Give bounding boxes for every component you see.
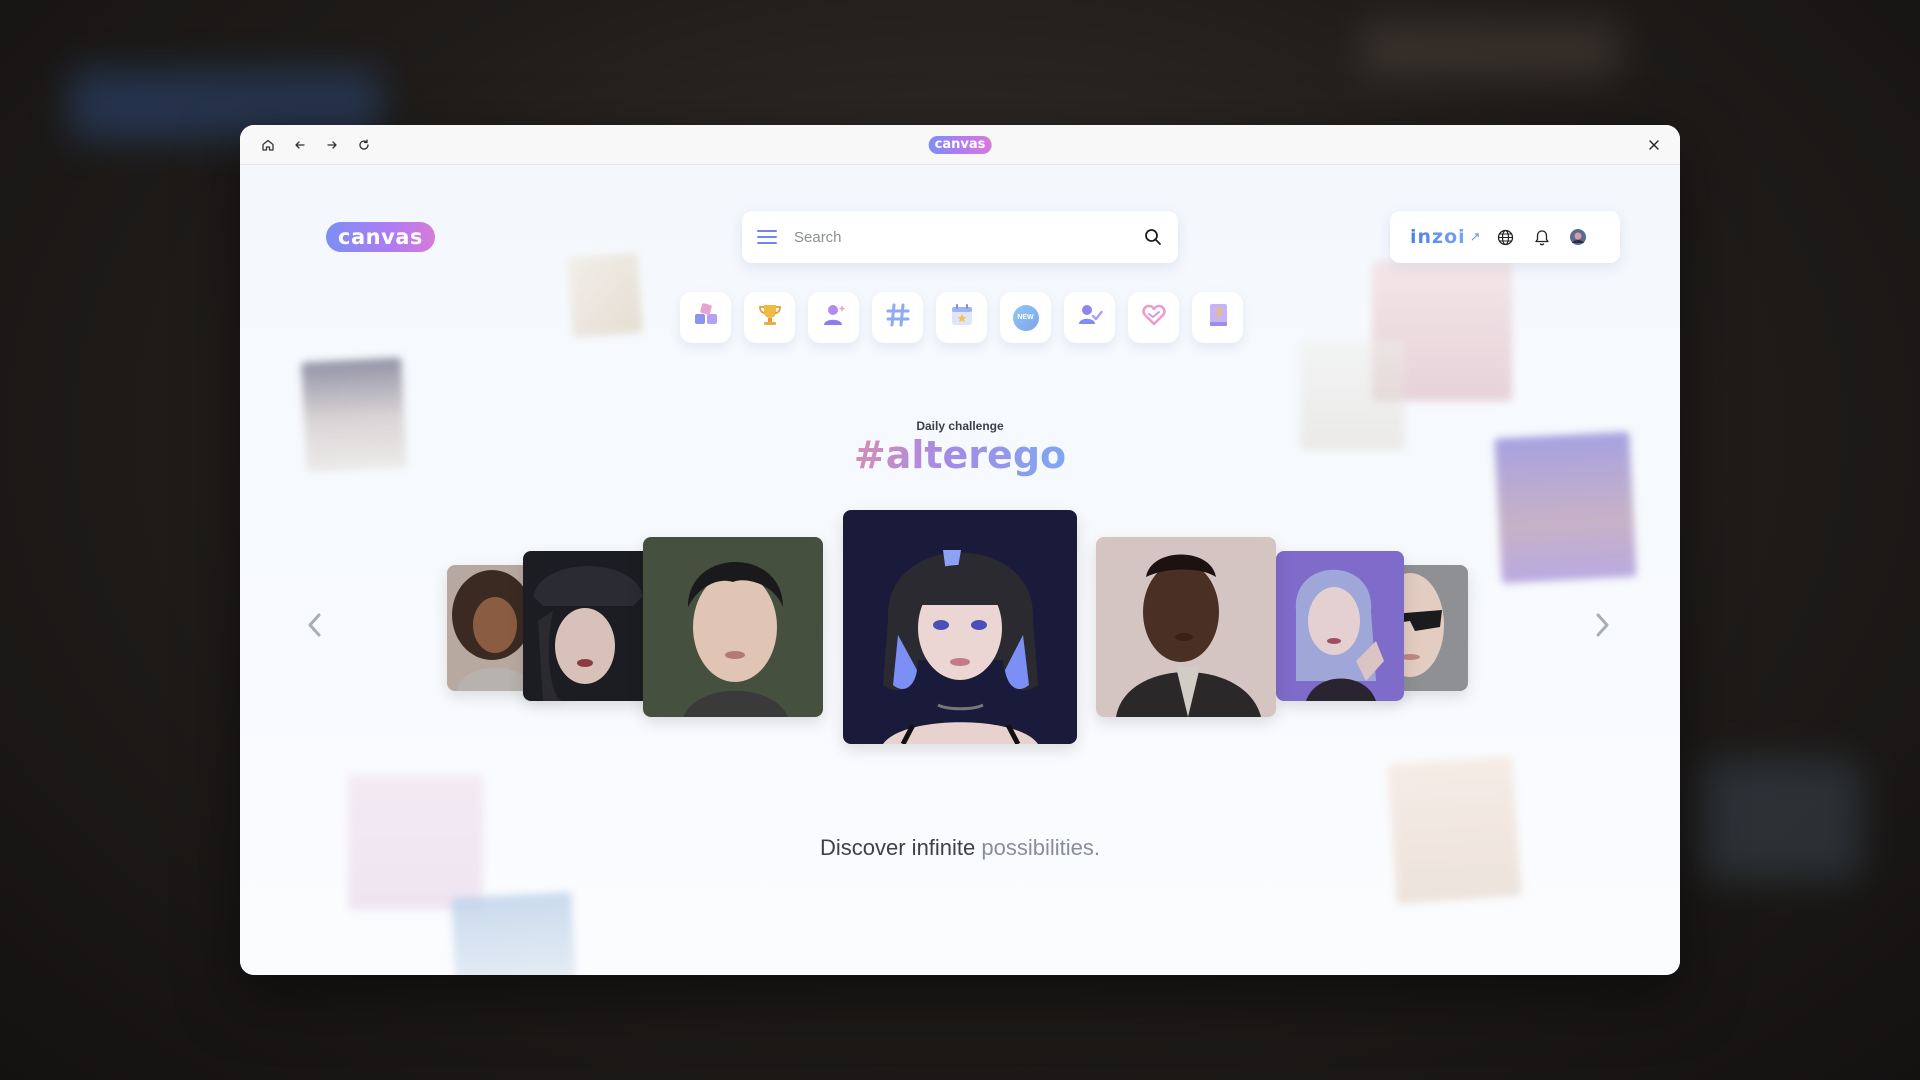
background-blob xyxy=(1700,760,1860,880)
portrait-card-leather-jacket-man[interactable] xyxy=(1096,537,1276,717)
reload-icon[interactable] xyxy=(348,131,380,159)
portrait-card-blue-bob-woman[interactable] xyxy=(843,510,1077,744)
title-logo-text: canvas xyxy=(928,135,992,154)
portrait-card-purple-hair-woman[interactable] xyxy=(1276,551,1404,701)
arrow-left-icon[interactable] xyxy=(284,131,316,159)
page-content: canvas inzoi ↗ xyxy=(240,165,1680,975)
background-blob xyxy=(1360,20,1620,80)
tagline: Discover infinite possibilities. xyxy=(240,835,1680,861)
tagline-part-2: possibilities. xyxy=(975,835,1100,860)
portrait-card-young-man[interactable] xyxy=(643,537,823,717)
browser-window: canvas canvas inzo xyxy=(240,125,1680,975)
home-icon[interactable] xyxy=(252,131,284,159)
chevron-right-icon[interactable] xyxy=(1587,610,1617,640)
title-logo: canvas xyxy=(928,135,992,154)
close-icon[interactable] xyxy=(1638,131,1670,159)
tagline-part-1: Discover infinite xyxy=(820,835,976,860)
arrow-right-icon[interactable] xyxy=(316,131,348,159)
portrait-card-black-cap-woman[interactable] xyxy=(523,551,653,701)
chevron-left-icon[interactable] xyxy=(300,610,330,640)
title-bar: canvas xyxy=(240,125,1680,165)
